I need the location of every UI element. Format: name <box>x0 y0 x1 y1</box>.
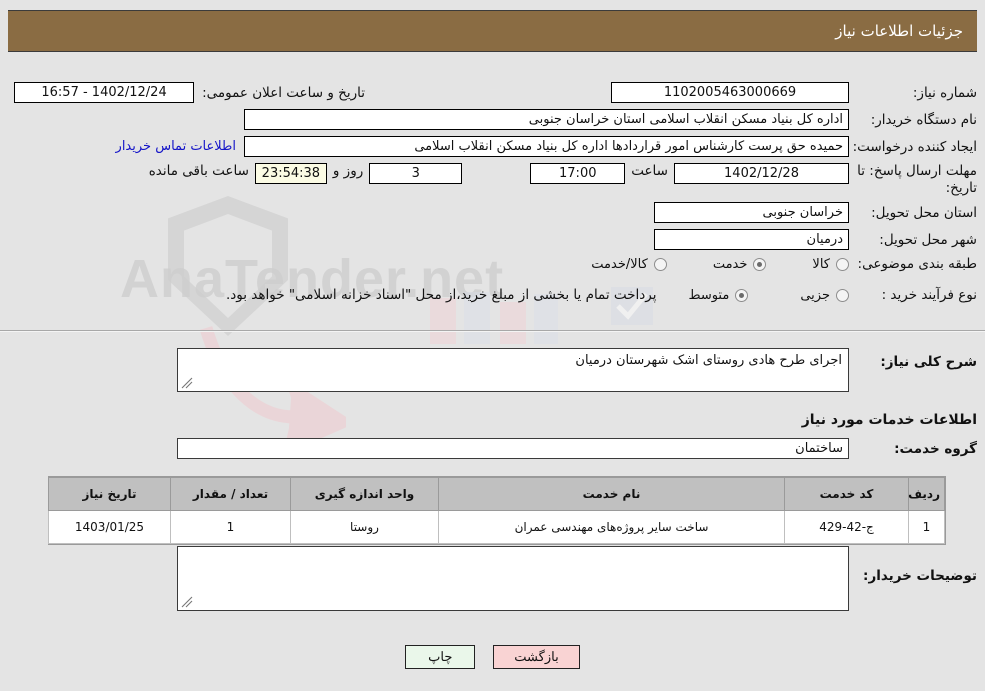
category-radio-kala-khedmat[interactable] <box>653 257 667 271</box>
row-description: شرح کلی نیاز: اجرای طرح هادی روستای اشک … <box>177 348 977 392</box>
service-group-value: ساختمان <box>177 438 849 459</box>
row-services-title: اطلاعات خدمات مورد نیاز <box>802 412 977 428</box>
deadline-time-label: ساعت <box>631 163 668 179</box>
panel-divider <box>0 330 985 332</box>
category-option-kala-khedmat[interactable]: کالا/خدمت <box>591 257 667 272</box>
description-value: اجرای طرح هادی روستای اشک شهرستان درمیان <box>575 353 842 368</box>
category-label-kala-khedmat: کالا/خدمت <box>591 256 648 272</box>
row-service-group: گروه خدمت: ساختمان <box>177 438 977 459</box>
row-purchase-type: نوع فرآیند خرید : جزیی متوسط پرداخت تمام… <box>226 287 977 303</box>
category-option-khedmat[interactable]: خدمت <box>713 257 767 272</box>
row-creator: ایجاد کننده درخواست: حمیده حق پرست کارشن… <box>116 136 977 157</box>
category-label-kala: کالا <box>812 256 830 272</box>
remaining-clock-suffix: ساعت باقی مانده <box>148 163 249 179</box>
description-textarea[interactable]: اجرای طرح هادی روستای اشک شهرستان درمیان <box>177 348 849 392</box>
th-index: ردیف <box>908 477 945 511</box>
cell-name: ساخت سایر پروژه‌های مهندسی عمران <box>438 510 785 544</box>
purchase-option-motevaset[interactable]: متوسط <box>688 287 749 303</box>
print-button[interactable]: چاپ <box>405 645 476 669</box>
remaining-countdown-timer: 23:54:38 <box>254 163 327 184</box>
th-unit: واحد اندازه گیری <box>290 477 439 511</box>
deadline-time-value: 17:00 <box>530 163 626 184</box>
page-title: جزئیات اطلاعات نیاز <box>835 22 963 40</box>
services-table-wrapper: ردیف کد خدمت نام خدمت واحد اندازه گیری ت… <box>48 476 946 545</box>
action-button-bar: بازگشت چاپ <box>0 645 985 669</box>
row-buyer-org: نام دستگاه خریدار: اداره کل بنیاد مسکن ا… <box>244 109 977 130</box>
remaining-days-value: 3 <box>369 163 463 184</box>
need-number-value: 1102005463000669 <box>611 82 849 103</box>
services-panel: شرح کلی نیاز: اجرای طرح هادی روستای اشک … <box>8 336 977 640</box>
purchase-label-jozi: جزیی <box>800 287 830 303</box>
row-buyer-comments: توضیحات خریدار: <box>177 546 977 611</box>
city-label: شهر محل تحویل: <box>879 231 977 248</box>
page-header-bar: جزئیات اطلاعات نیاز <box>8 10 977 52</box>
buyer-comments-label: توضیحات خریدار: <box>863 568 977 584</box>
purchase-radio-jozi[interactable] <box>836 288 849 302</box>
cell-unit: روستا <box>290 510 439 544</box>
category-option-kala[interactable]: کالا <box>812 257 849 272</box>
cell-quantity: 1 <box>170 510 291 544</box>
purchase-type-label: نوع فرآیند خرید : <box>881 287 977 303</box>
cell-need-date: 1403/01/25 <box>48 510 171 544</box>
buyer-org-label: نام دستگاه خریدار: <box>870 111 977 128</box>
th-code: کد خدمت <box>784 477 909 511</box>
resize-handle-icon-2 <box>181 596 193 608</box>
th-quantity: تعداد / مقدار <box>170 477 291 511</box>
remaining-days-suffix: روز و <box>332 163 364 179</box>
category-label-khedmat: خدمت <box>712 256 748 272</box>
announce-datetime-label: تاریخ و ساعت اعلان عمومی: <box>202 84 365 101</box>
buyer-contact-link[interactable]: اطلاعات تماس خریدار <box>116 139 236 154</box>
th-need-date: تاریخ نیاز <box>48 477 171 511</box>
announce-datetime-value: 16:57 - 1402/12/24 <box>14 82 195 103</box>
payment-note: پرداخت تمام یا بخشی از مبلغ خرید،از محل … <box>225 287 657 303</box>
page-root: AnaTender.net جزئیات اطلاعات نیاز شماره … <box>0 0 985 691</box>
cell-index: 1 <box>908 510 945 544</box>
table-row: 1 ج-42-429 ساخت سایر پروژه‌های مهندسی عم… <box>48 510 945 544</box>
row-announce-datetime: تاریخ و ساعت اعلان عمومی: 16:57 - 1402/1… <box>14 82 365 103</box>
deadline-date-value: 1402/12/28 <box>674 163 849 184</box>
service-group-label: گروه خدمت: <box>894 440 977 457</box>
services-table: ردیف کد خدمت نام خدمت واحد اندازه گیری ت… <box>48 477 945 544</box>
back-button[interactable]: بازگشت <box>493 645 580 669</box>
row-deadline: مهلت ارسال پاسخ: تا تاریخ: 1402/12/28 سا… <box>149 163 977 197</box>
category-label: طبقه بندی موضوعی: <box>857 256 977 272</box>
services-section-title: اطلاعات خدمات مورد نیاز <box>801 412 977 428</box>
category-radio-kala[interactable] <box>836 257 849 271</box>
creator-value: حمیده حق پرست کارشناس امور قراردادها ادا… <box>244 136 849 157</box>
table-header-row: ردیف کد خدمت نام خدمت واحد اندازه گیری ت… <box>48 477 945 511</box>
purchase-label-motevaset: متوسط <box>688 287 730 303</box>
row-category: طبقه بندی موضوعی: کالا خدمت کالا/خدمت <box>591 256 977 272</box>
resize-handle-icon <box>181 377 193 389</box>
buyer-comments-textarea[interactable] <box>177 546 849 611</box>
category-radio-khedmat[interactable] <box>753 257 767 271</box>
deadline-label: مهلت ارسال پاسخ: تا تاریخ: <box>857 163 977 196</box>
purchase-option-jozi[interactable]: جزیی <box>800 288 849 303</box>
th-name: نام خدمت <box>438 477 785 511</box>
creator-label: ایجاد کننده درخواست: <box>852 138 977 155</box>
need-number-label: شماره نیاز: <box>912 84 977 101</box>
description-label: شرح کلی نیاز: <box>880 354 977 370</box>
row-province: استان محل تحویل: خراسان جنوبی <box>654 202 977 223</box>
province-value: خراسان جنوبی <box>654 202 849 223</box>
purchase-radio-motevaset[interactable] <box>735 288 749 302</box>
cell-code: ج-42-429 <box>784 510 909 544</box>
row-city: شهر محل تحویل: درمیان <box>654 229 977 250</box>
province-label: استان محل تحویل: <box>871 204 977 221</box>
buyer-org-value: اداره کل بنیاد مسکن انقلاب اسلامی استان … <box>244 109 849 130</box>
city-value: درمیان <box>654 229 849 250</box>
need-info-panel: شماره نیاز: 1102005463000669 تاریخ و ساع… <box>8 62 977 327</box>
